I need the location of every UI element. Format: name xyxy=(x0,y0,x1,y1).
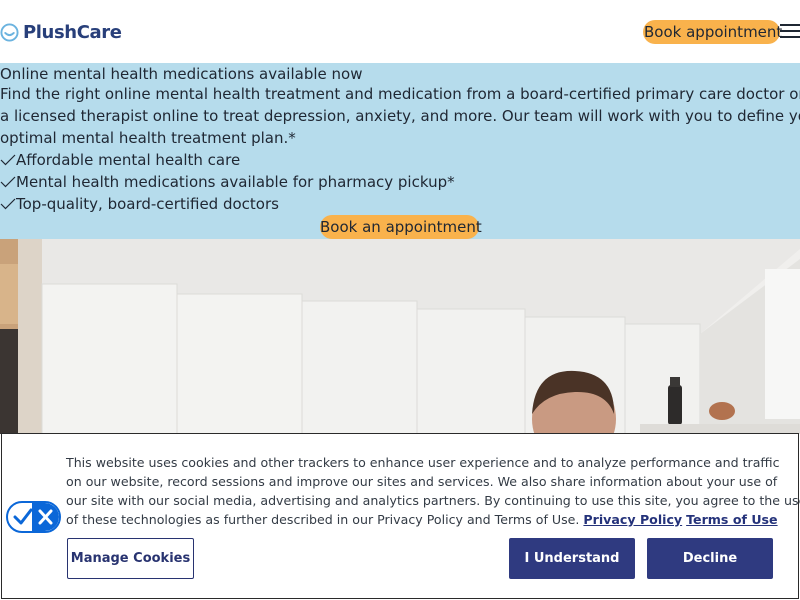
benefit-label: Mental health medications available for … xyxy=(16,173,455,191)
benefit-label: Affordable mental health care xyxy=(16,151,241,169)
privacy-toggle-knob xyxy=(32,503,59,531)
hero-photo xyxy=(0,239,800,434)
cookie-text-line: on our website, record sessions and impr… xyxy=(66,474,778,489)
cookie-text-line: This website uses cookies and other trac… xyxy=(66,455,780,470)
benefit-item: Top-quality, board-certified doctors xyxy=(0,193,455,215)
cookie-text-line: of these technologies as further describ… xyxy=(66,512,580,527)
cookie-consent-banner: This website uses cookies and other trac… xyxy=(1,433,800,599)
plushcare-logo[interactable]: PlushCare xyxy=(0,19,122,45)
cookie-notice-text: This website uses cookies and other trac… xyxy=(66,453,800,529)
check-icon xyxy=(0,154,16,166)
check-icon xyxy=(0,198,16,210)
check-icon xyxy=(0,176,16,188)
cookie-text-line-with-links: of these technologies as further describ… xyxy=(66,510,778,529)
book-an-appointment-button[interactable]: Book an appointment xyxy=(320,215,482,239)
benefit-label: Top-quality, board-certified doctors xyxy=(16,195,279,213)
hero-description-line-2: a licensed therapist online to treat dep… xyxy=(0,107,800,125)
decline-button[interactable]: Decline xyxy=(647,538,773,579)
terms-of-use-link[interactable]: Terms of Use xyxy=(686,512,777,527)
hero-description-line-3: optimal mental health treatment plan.* xyxy=(0,129,296,147)
manage-cookies-button[interactable]: Manage Cookies xyxy=(67,538,194,579)
hero-description-line-1: Find the right online mental health trea… xyxy=(0,85,800,103)
logo-icon xyxy=(0,22,19,42)
benefits-list: Affordable mental health care Mental hea… xyxy=(0,149,455,215)
hero-section: Online mental health medications availab… xyxy=(0,63,800,239)
cookie-text-line: our site with our social media, advertis… xyxy=(66,493,800,508)
hero-photo-illustration xyxy=(0,239,800,434)
logo-text: PlushCare xyxy=(23,21,122,43)
i-understand-button[interactable]: I Understand xyxy=(509,538,635,579)
hamburger-menu-icon[interactable] xyxy=(780,24,800,38)
benefit-item: Affordable mental health care xyxy=(0,149,455,171)
privacy-policy-link[interactable]: Privacy Policy xyxy=(583,512,682,527)
benefit-item: Mental health medications available for … xyxy=(0,171,455,193)
site-header: PlushCare Book appointment xyxy=(0,0,800,63)
hero-headline: Online mental health medications availab… xyxy=(0,65,363,83)
privacy-x-icon xyxy=(38,509,53,525)
privacy-choices-icon[interactable] xyxy=(6,501,61,533)
header-book-appointment-button[interactable]: Book appointment xyxy=(643,20,782,44)
